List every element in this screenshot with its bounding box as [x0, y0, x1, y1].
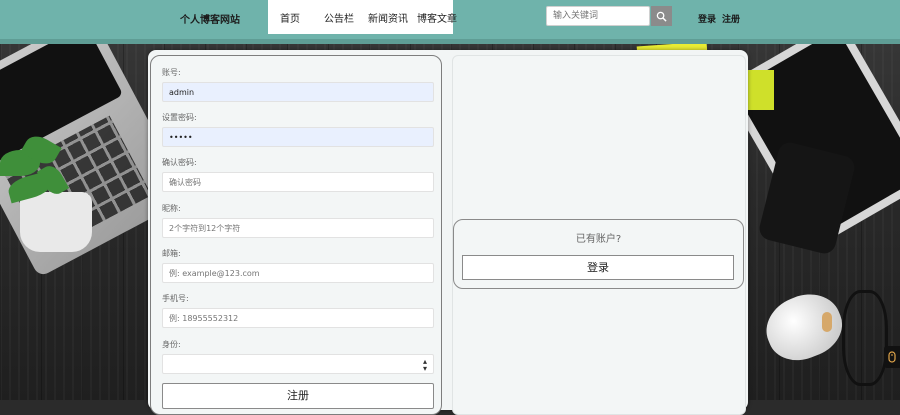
nickname-input[interactable]: [162, 218, 434, 238]
identity-select[interactable]: ▴ ▾: [162, 354, 434, 374]
search-button[interactable]: [651, 6, 672, 26]
nav-item-news[interactable]: 新闻资讯: [368, 10, 408, 25]
email-input[interactable]: [162, 263, 434, 283]
mouse-image: [757, 284, 851, 370]
nav-item-home[interactable]: 首页: [280, 10, 300, 25]
nav-item-announcements[interactable]: 公告栏: [324, 10, 354, 25]
nickname-label: 昵称:: [162, 204, 181, 213]
login-link[interactable]: 登录: [698, 12, 716, 25]
site-title: 个人博客网站: [180, 15, 240, 26]
floating-widget[interactable]: [884, 346, 900, 368]
confirm-password-label: 确认密码:: [162, 158, 197, 167]
register-button[interactable]: 注册: [162, 383, 434, 409]
plant-image: [20, 192, 92, 252]
top-navbar: 个人博客网站 首页 公告栏 新闻资讯 博客文章 登录 注册: [0, 0, 900, 44]
password-input[interactable]: [162, 127, 434, 147]
nav-menu: 首页 公告栏 新闻资讯 博客文章: [268, 0, 457, 34]
search-icon: [656, 11, 667, 22]
search-input[interactable]: [546, 6, 650, 26]
goto-login-button[interactable]: 登录: [462, 255, 734, 280]
login-prompt: 已有账户?: [575, 234, 622, 245]
nav-item-blog-posts[interactable]: 博客文章: [417, 10, 457, 25]
password-label: 设置密码:: [162, 113, 197, 122]
phone-input[interactable]: [162, 308, 434, 328]
confirm-password-input[interactable]: [162, 172, 434, 192]
account-label: 账号:: [162, 68, 181, 77]
identity-label: 身份:: [162, 340, 181, 349]
account-input[interactable]: [162, 82, 434, 102]
glasses-image: [842, 290, 888, 386]
select-arrows-icon: ▴ ▾: [422, 357, 427, 373]
phone-label: 手机号:: [162, 294, 189, 303]
register-link[interactable]: 注册: [722, 12, 740, 25]
email-label: 邮箱:: [162, 249, 181, 258]
mouse-icon: [888, 351, 896, 363]
